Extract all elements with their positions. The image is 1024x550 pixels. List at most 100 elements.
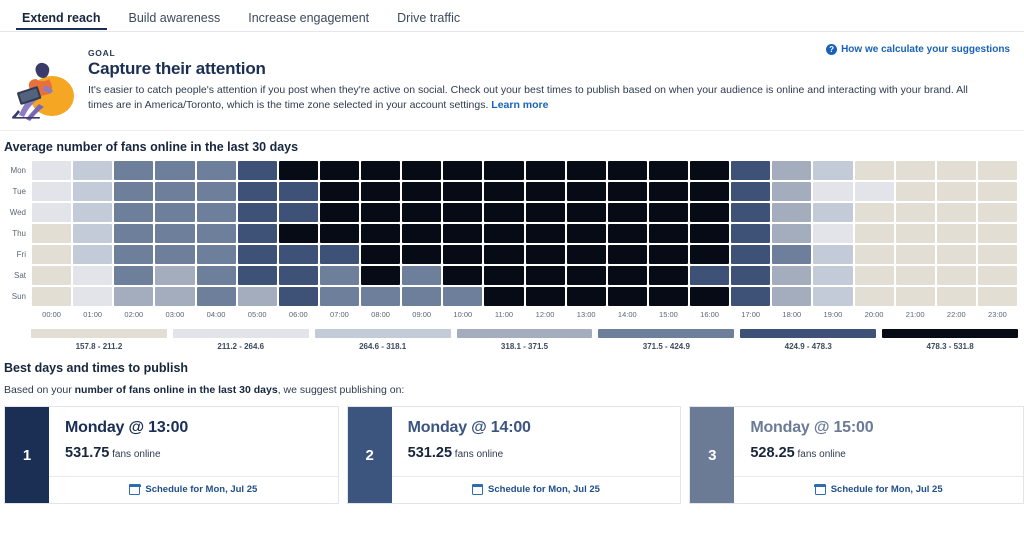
heatmap-cell[interactable] — [238, 203, 277, 222]
heatmap-cell[interactable] — [690, 182, 729, 201]
heatmap-cell[interactable] — [484, 266, 523, 285]
heatmap-cell[interactable] — [320, 287, 359, 306]
heatmap-cell[interactable] — [197, 182, 236, 201]
heatmap-cell[interactable] — [649, 287, 688, 306]
heatmap-cell[interactable] — [896, 287, 935, 306]
heatmap-cell[interactable] — [772, 161, 811, 180]
heatmap-cell[interactable] — [608, 203, 647, 222]
heatmap-cell[interactable] — [155, 203, 194, 222]
heatmap-cell[interactable] — [813, 266, 852, 285]
heatmap-cell[interactable] — [690, 245, 729, 264]
heatmap-cell[interactable] — [320, 161, 359, 180]
heatmap-cell[interactable] — [114, 161, 153, 180]
heatmap-cell[interactable] — [320, 266, 359, 285]
heatmap-cell[interactable] — [731, 182, 770, 201]
heatmap-cell[interactable] — [402, 161, 441, 180]
heatmap-cell[interactable] — [484, 287, 523, 306]
heatmap-cell[interactable] — [731, 245, 770, 264]
heatmap-cell[interactable] — [320, 224, 359, 243]
heatmap-cell[interactable] — [855, 224, 894, 243]
heatmap-cell[interactable] — [855, 245, 894, 264]
heatmap-cell[interactable] — [813, 203, 852, 222]
heatmap-cell[interactable] — [484, 161, 523, 180]
heatmap-cell[interactable] — [526, 161, 565, 180]
heatmap-cell[interactable] — [731, 287, 770, 306]
heatmap-cell[interactable] — [813, 182, 852, 201]
heatmap-cell[interactable] — [114, 203, 153, 222]
heatmap-cell[interactable] — [855, 161, 894, 180]
heatmap-cell[interactable] — [443, 287, 482, 306]
heatmap-cell[interactable] — [690, 266, 729, 285]
heatmap-cell[interactable] — [320, 182, 359, 201]
heatmap-cell[interactable] — [114, 182, 153, 201]
heatmap-cell[interactable] — [896, 182, 935, 201]
heatmap-cell[interactable] — [443, 161, 482, 180]
heatmap-cell[interactable] — [896, 161, 935, 180]
heatmap-cell[interactable] — [896, 266, 935, 285]
heatmap-cell[interactable] — [32, 224, 71, 243]
heatmap-cell[interactable] — [608, 287, 647, 306]
heatmap-cell[interactable] — [937, 224, 976, 243]
heatmap-cell[interactable] — [978, 203, 1017, 222]
heatmap-cell[interactable] — [690, 161, 729, 180]
schedule-button[interactable]: Schedule for Mon, Jul 25 — [392, 476, 681, 503]
heatmap-cell[interactable] — [978, 161, 1017, 180]
tab-build-awareness[interactable]: Build awareness — [115, 11, 235, 31]
heatmap-cell[interactable] — [813, 287, 852, 306]
heatmap-cell[interactable] — [402, 224, 441, 243]
schedule-button[interactable]: Schedule for Mon, Jul 25 — [49, 476, 338, 503]
heatmap-cell[interactable] — [649, 203, 688, 222]
heatmap-cell[interactable] — [608, 266, 647, 285]
heatmap-cell[interactable] — [320, 203, 359, 222]
heatmap-cell[interactable] — [443, 182, 482, 201]
heatmap-cell[interactable] — [649, 224, 688, 243]
heatmap-cell[interactable] — [320, 245, 359, 264]
heatmap-cell[interactable] — [896, 245, 935, 264]
heatmap-cell[interactable] — [279, 203, 318, 222]
heatmap-cell[interactable] — [608, 245, 647, 264]
heatmap-cell[interactable] — [813, 161, 852, 180]
heatmap-cell[interactable] — [772, 245, 811, 264]
heatmap-cell[interactable] — [238, 287, 277, 306]
heatmap-cell[interactable] — [32, 287, 71, 306]
heatmap-cell[interactable] — [197, 224, 236, 243]
heatmap-cell[interactable] — [279, 287, 318, 306]
heatmap-cell[interactable] — [238, 266, 277, 285]
heatmap-cell[interactable] — [978, 287, 1017, 306]
heatmap-cell[interactable] — [526, 182, 565, 201]
heatmap-cell[interactable] — [484, 182, 523, 201]
heatmap-cell[interactable] — [402, 245, 441, 264]
heatmap-cell[interactable] — [32, 161, 71, 180]
learn-more-link[interactable]: Learn more — [491, 99, 548, 111]
heatmap-cell[interactable] — [279, 245, 318, 264]
heatmap-cell[interactable] — [402, 203, 441, 222]
heatmap-cell[interactable] — [978, 182, 1017, 201]
heatmap-cell[interactable] — [937, 182, 976, 201]
heatmap-cell[interactable] — [279, 224, 318, 243]
heatmap-cell[interactable] — [937, 287, 976, 306]
heatmap-cell[interactable] — [361, 161, 400, 180]
heatmap-cell[interactable] — [772, 182, 811, 201]
heatmap-cell[interactable] — [649, 161, 688, 180]
heatmap-cell[interactable] — [443, 266, 482, 285]
heatmap-cell[interactable] — [772, 224, 811, 243]
heatmap-cell[interactable] — [443, 224, 482, 243]
tab-increase-engagement[interactable]: Increase engagement — [234, 11, 383, 31]
heatmap-cell[interactable] — [114, 224, 153, 243]
heatmap-cell[interactable] — [567, 266, 606, 285]
heatmap-cell[interactable] — [896, 203, 935, 222]
heatmap-cell[interactable] — [690, 203, 729, 222]
tab-drive-traffic[interactable]: Drive traffic — [383, 11, 474, 31]
heatmap-cell[interactable] — [855, 182, 894, 201]
heatmap-cell[interactable] — [238, 161, 277, 180]
heatmap-cell[interactable] — [978, 224, 1017, 243]
heatmap-cell[interactable] — [402, 287, 441, 306]
heatmap-cell[interactable] — [32, 245, 71, 264]
heatmap-cell[interactable] — [238, 245, 277, 264]
heatmap-cell[interactable] — [567, 203, 606, 222]
heatmap-cell[interactable] — [484, 245, 523, 264]
heatmap-cell[interactable] — [896, 224, 935, 243]
heatmap-cell[interactable] — [73, 266, 112, 285]
schedule-button[interactable]: Schedule for Mon, Jul 25 — [734, 476, 1023, 503]
heatmap-cell[interactable] — [114, 287, 153, 306]
